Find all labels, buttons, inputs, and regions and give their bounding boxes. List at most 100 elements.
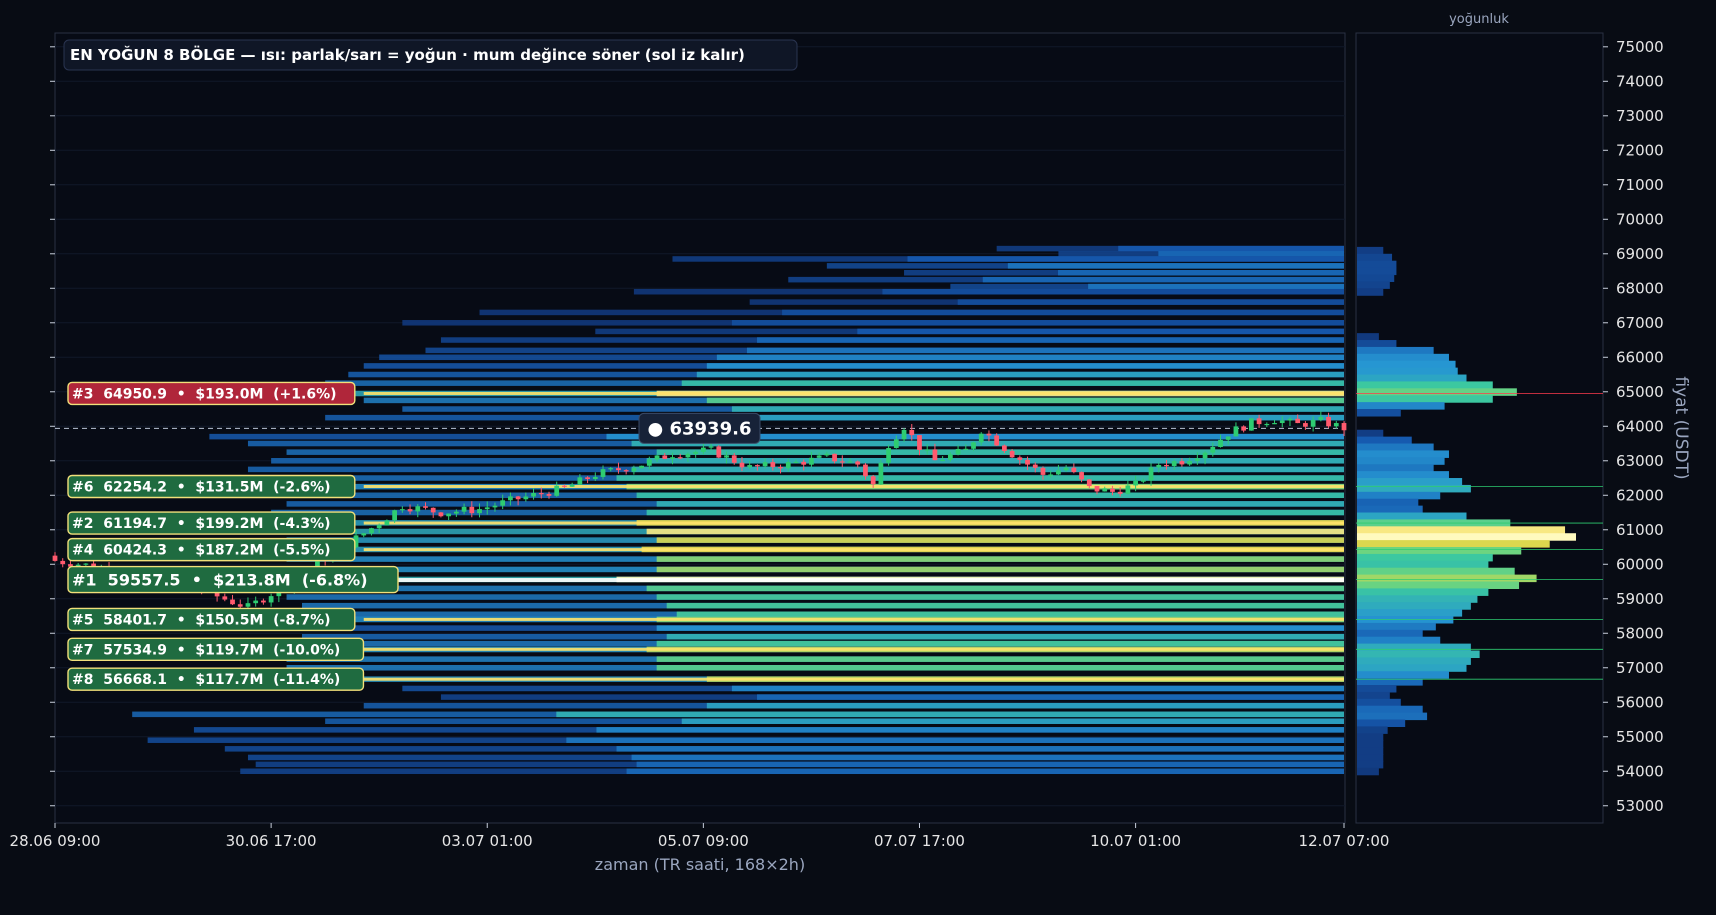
candle-bear <box>855 461 861 465</box>
candle-bear <box>1086 479 1092 487</box>
density-bar <box>1357 581 1520 590</box>
density-bar <box>1357 553 1493 562</box>
candle-bull <box>399 509 405 511</box>
y-tick-label: 57000 <box>1616 659 1664 677</box>
candle-bull <box>646 459 652 466</box>
candle-bull <box>809 457 814 465</box>
zone-label-4: #4 60424.3 • $187.2M (-5.5%) <box>67 537 356 562</box>
zone-line <box>363 485 1344 489</box>
candle-bull <box>963 448 969 450</box>
candle-bull <box>1310 419 1316 427</box>
density-bar <box>1357 478 1463 486</box>
heat-band-core <box>656 625 1344 631</box>
density-bar <box>1357 671 1449 679</box>
density-bar <box>1357 705 1423 714</box>
zone-line <box>363 677 1344 681</box>
candle-bull <box>824 453 830 456</box>
candle-bull <box>724 455 729 458</box>
candle-bear <box>870 476 876 485</box>
density-bar <box>1357 360 1456 369</box>
density-bar <box>1357 754 1384 762</box>
density-bar <box>1357 664 1467 672</box>
candle-bull <box>947 454 953 460</box>
y-tick-label: 53000 <box>1616 797 1664 815</box>
heat-band-core <box>631 466 1344 473</box>
density-bar <box>1357 740 1384 748</box>
zone-line <box>363 647 1344 651</box>
density-bar <box>1357 698 1401 707</box>
heat-band-core <box>907 256 1344 262</box>
heat-band-core <box>681 380 1344 386</box>
candle-bull <box>1156 464 1162 468</box>
density-bar <box>1357 574 1537 583</box>
candle-bear <box>1002 445 1007 452</box>
x-tick-label: 10.07 01:00 <box>1090 832 1181 850</box>
candle-bear <box>469 506 475 514</box>
heat-band-core <box>656 566 1344 573</box>
candle-bear <box>739 462 745 468</box>
candle-bull <box>392 510 397 521</box>
y-axis-label: fiyat (USDT) <box>1671 376 1691 479</box>
candle-bear <box>1256 418 1262 425</box>
density-bar <box>1357 609 1463 617</box>
candle-bear <box>1009 451 1015 458</box>
density-bar <box>1357 602 1471 610</box>
density-bar <box>1357 281 1390 289</box>
candle-bull <box>1279 420 1285 424</box>
candle-bull <box>376 525 382 529</box>
candle-bear <box>801 461 807 465</box>
candle-bull <box>1272 423 1277 425</box>
candle-bull <box>693 451 699 454</box>
candle-bull <box>878 462 884 485</box>
candle-bull <box>639 465 644 469</box>
y-tick-label: 61000 <box>1616 521 1664 539</box>
candle-bear <box>407 509 413 512</box>
candle-bear <box>839 461 845 463</box>
candle-bear <box>755 465 760 467</box>
candle-bear <box>1017 457 1023 460</box>
heat-band-core <box>746 347 1344 354</box>
density-bar <box>1357 733 1384 741</box>
candle-bull <box>793 461 799 464</box>
zone-label-text: #2 61194.7 • $199.2M (-4.3%) <box>72 516 331 532</box>
candle-bear <box>1079 472 1084 480</box>
candle-bear <box>1295 418 1301 424</box>
density-bar <box>1357 657 1471 665</box>
heat-band-core <box>646 528 1344 535</box>
density-bar <box>1357 726 1388 734</box>
candle-bear <box>909 429 915 436</box>
candle-bear <box>917 435 922 450</box>
candle-bull <box>847 461 853 463</box>
heat-band-core <box>656 556 1344 562</box>
y-tick-label: 68000 <box>1616 279 1664 297</box>
y-tick-label: 73000 <box>1616 107 1664 125</box>
candle-bear <box>1025 459 1030 465</box>
candle-bull <box>369 528 374 534</box>
zone-line <box>363 578 1344 583</box>
candle-bear <box>261 600 266 603</box>
candle-bull <box>554 485 560 496</box>
density-bar <box>1357 267 1397 276</box>
density-bar <box>1357 402 1445 410</box>
candle-bull <box>1210 447 1216 453</box>
density-bar <box>1357 260 1397 269</box>
candle-bear <box>1110 488 1115 492</box>
candle-bear <box>1164 464 1169 467</box>
candle-bull <box>492 505 498 508</box>
density-bar <box>1357 457 1445 465</box>
density-bar <box>1357 512 1467 521</box>
heat-band-core <box>626 768 1344 775</box>
density-bar <box>1357 464 1434 472</box>
heat-band-core <box>731 685 1344 692</box>
zone-label-2: #2 61194.7 • $199.2M (-4.3%) <box>67 511 356 535</box>
zone-line <box>363 548 1344 552</box>
density-bar <box>1357 712 1428 721</box>
heat-band-core <box>757 694 1344 700</box>
density-bar <box>1357 719 1406 728</box>
heat-band-core <box>656 537 1344 543</box>
candle-bull <box>245 603 251 607</box>
candle-bear <box>677 457 683 459</box>
heat-band-core <box>696 371 1344 378</box>
candle-bear <box>430 507 436 513</box>
y-tick-label: 66000 <box>1616 348 1664 366</box>
